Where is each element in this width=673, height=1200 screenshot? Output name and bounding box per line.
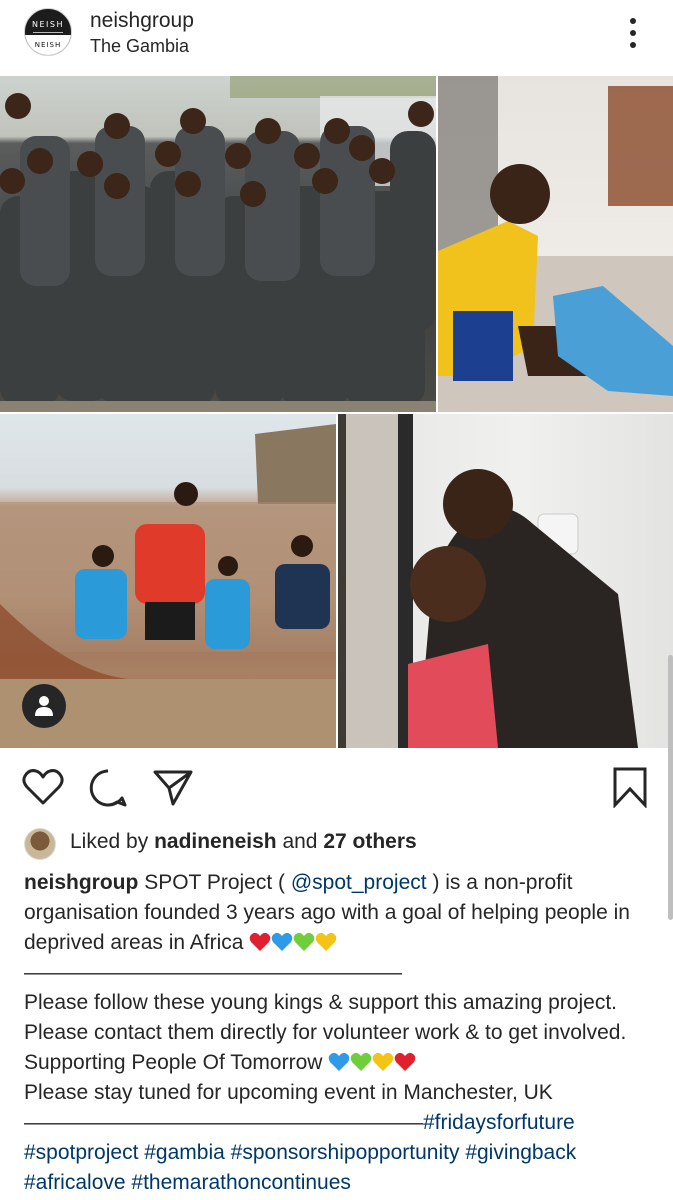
red-heart-icon [395,1052,416,1071]
post-username[interactable]: neishgroup [90,9,194,33]
caption-para-3: Please stay tuned for upcoming event in … [24,1081,553,1104]
caption-para-1: neishgroup SPOT Project ( @spot_project … [24,868,654,958]
heart-outline-icon[interactable] [22,768,64,811]
likes-middle: and [282,830,318,853]
avatar-logo-bottom: NEISH [25,35,71,55]
heart-shape [373,1052,394,1071]
hashtag-link[interactable]: #gambia [144,1141,225,1164]
hashtag-link[interactable]: #africalove [24,1171,126,1194]
likes-user[interactable]: nadineneish [154,830,277,853]
post-actions [0,764,673,812]
more-options-icon[interactable] [623,18,643,48]
caption-text-1a: SPOT Project ( [144,871,286,894]
heart-shape [294,932,315,951]
liker-avatar[interactable] [24,828,56,860]
avatar-logo-top: NEISH [32,20,64,29]
hashtag-link[interactable]: #themarathoncontinues [131,1171,351,1194]
post-image[interactable] [0,76,673,748]
caption-username[interactable]: neishgroup [24,871,138,894]
likes-others[interactable]: 27 others [323,830,416,853]
bookmark-icon[interactable] [612,766,648,813]
red-heart-icon [250,932,271,951]
user-tag-icon[interactable] [22,684,66,728]
blue-heart-icon [329,1052,350,1071]
heart-shape [351,1052,372,1071]
yellow-heart-icon [316,932,337,951]
blue-heart-icon [272,932,293,951]
post-caption: neishgroup SPOT Project ( @spot_project … [24,868,654,1198]
photo-group-boys [0,76,436,412]
caption-hashtags: ———————————————————#fridaysforfuture #sp… [24,1108,654,1198]
heart-shape [329,1052,350,1071]
green-heart-icon [294,932,315,951]
heart-shape [250,932,271,951]
post-header: NEISH NEISH neishgroup The Gambia [0,0,673,76]
likes-text[interactable]: Liked by nadineneish and 27 others [70,830,417,854]
caption-para-2: Please follow these young kings & suppor… [24,988,654,1078]
photo-boy-yellow-shirt [438,76,673,412]
caption-divider-2: ——————————————————— [24,1111,423,1134]
likes-prefix: Liked by [70,830,149,853]
heart-emoji-group-1 [249,931,337,954]
photo-boys-smiling [338,414,673,748]
yellow-heart-icon [373,1052,394,1071]
avatar-logo-divider [33,32,63,33]
heart-shape [316,932,337,951]
comment-bubble-icon[interactable] [88,768,128,813]
post-location[interactable]: The Gambia [90,36,189,57]
caption-divider-1: —————————————————— [24,961,402,984]
hashtag-link[interactable]: #sponsorshipopportunity [231,1141,460,1164]
caption-text-2: Please follow these young kings & suppor… [24,991,627,1074]
paper-plane-icon[interactable] [152,768,194,813]
hashtag-link[interactable]: #givingback [465,1141,576,1164]
hashtag-link[interactable]: #spotproject [24,1141,138,1164]
heart-shape [272,932,293,951]
caption-mention[interactable]: @spot_project [291,871,427,894]
heart-shape [395,1052,416,1071]
scrollbar-thumb[interactable] [668,655,673,920]
profile-avatar[interactable]: NEISH NEISH [24,8,72,56]
hashtag-link[interactable]: #fridaysforfuture [423,1111,575,1134]
green-heart-icon [351,1052,372,1071]
heart-emoji-group-2 [328,1051,416,1074]
